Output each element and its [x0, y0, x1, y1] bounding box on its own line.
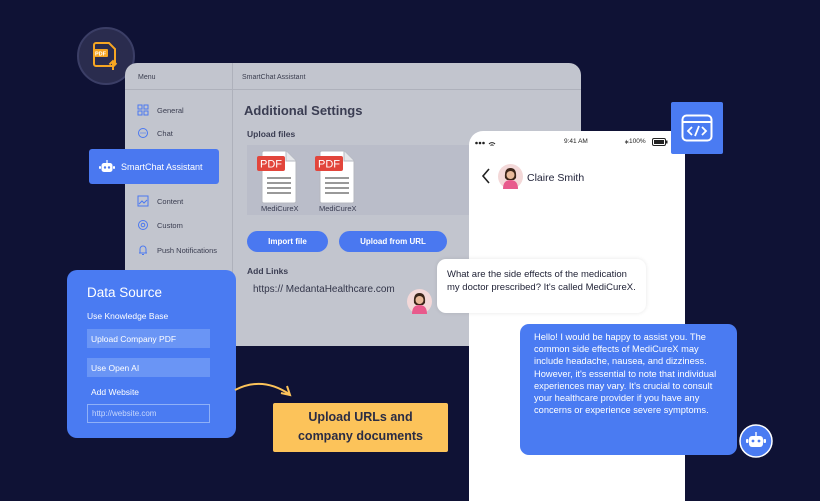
content-icon [137, 195, 149, 207]
upload-company-pdf-option[interactable]: Upload Company PDF [87, 329, 210, 348]
sidebar-item-label: Chat [157, 128, 173, 138]
grid-icon [137, 104, 149, 116]
bot-avatar [739, 424, 773, 458]
file-name: MediCureX [261, 204, 299, 213]
sidebar-item-chat[interactable]: Chat [137, 127, 173, 139]
code-window-icon [681, 114, 713, 142]
link-value[interactable]: https:// MedantaHealthcare.com [253, 284, 395, 295]
upload-from-url-button[interactable]: Upload from URL [339, 231, 447, 252]
pdf-file-icon: PDF [257, 150, 297, 204]
battery-icon [652, 138, 668, 146]
pdf-file[interactable]: PDF [315, 150, 359, 209]
sidebar-item-general[interactable]: General [137, 104, 184, 116]
upload-callout: Upload URLs and company documents [273, 403, 448, 452]
knowledge-base-label: Use Knowledge Base [87, 311, 169, 321]
status-time: 9:41 AM [564, 138, 588, 145]
use-open-ai-option[interactable]: Use Open AI [87, 358, 210, 377]
sidebar-item-push-notifications[interactable]: Push Notifications [137, 244, 217, 256]
pdf-file-badge: PDF [260, 159, 282, 171]
chat-icon [138, 128, 148, 138]
add-website-label: Add Website [91, 387, 140, 397]
upload-files-label: Upload files [247, 129, 296, 139]
user-avatar [407, 289, 432, 314]
window-header: Menu SmartChat Assistant [125, 63, 581, 90]
sidebar-item-label: Custom [157, 220, 183, 230]
chat-header: Claire Smith [469, 158, 685, 198]
back-arrow-icon[interactable] [481, 168, 491, 184]
menu-title: Menu [138, 74, 156, 81]
file-name: MediCureX [319, 204, 357, 213]
sidebar-item-label: Content [157, 196, 184, 206]
data-source-card: Data Source Use Knowledge Base Upload Co… [67, 270, 236, 438]
import-file-button[interactable]: Import file [247, 231, 328, 252]
custom-icon [138, 220, 148, 230]
upload-files-area[interactable]: PDF MediCureX PDF MediCureX [247, 145, 477, 215]
settings-title: Additional Settings [244, 103, 363, 118]
app-title: SmartChat Assistant [242, 74, 306, 81]
data-source-title: Data Source [87, 285, 163, 300]
contact-name: Claire Smith [527, 172, 585, 184]
website-input[interactable] [87, 404, 210, 423]
robot-icon [99, 159, 115, 172]
sidebar-item-custom[interactable]: Custom [137, 219, 183, 231]
battery-level: 100% [629, 138, 646, 145]
signal-icon [475, 141, 496, 146]
callout-line-2: company documents [297, 429, 424, 443]
pdf-file-badge: PDF [318, 159, 340, 171]
pdf-badge-text: PDF [95, 52, 107, 58]
add-links-label: Add Links [247, 266, 289, 276]
curved-arrow-icon [234, 383, 292, 397]
callout-line-1: Upload URLs and [308, 410, 413, 424]
bell-icon [139, 245, 147, 255]
pdf-file[interactable]: PDF [257, 150, 301, 209]
smartchat-assistant-item[interactable]: SmartChat Assistant [89, 149, 219, 184]
pdf-file-icon: PDF [315, 150, 355, 204]
avatar [498, 164, 523, 189]
sidebar-item-label: Push Notifications [157, 245, 218, 255]
sidebar-item-content[interactable]: Content [137, 195, 183, 207]
pdf-upload-icon: PDF [93, 42, 118, 70]
sidebar-item-label: General [157, 105, 184, 115]
user-message-bubble: What are the side effects of the medicat… [437, 259, 646, 313]
bot-message-bubble: Hello! I would be happy to assist you. T… [520, 324, 737, 455]
smartchat-label: SmartChat Assistant [121, 161, 203, 172]
code-embed-button[interactable] [671, 102, 723, 154]
